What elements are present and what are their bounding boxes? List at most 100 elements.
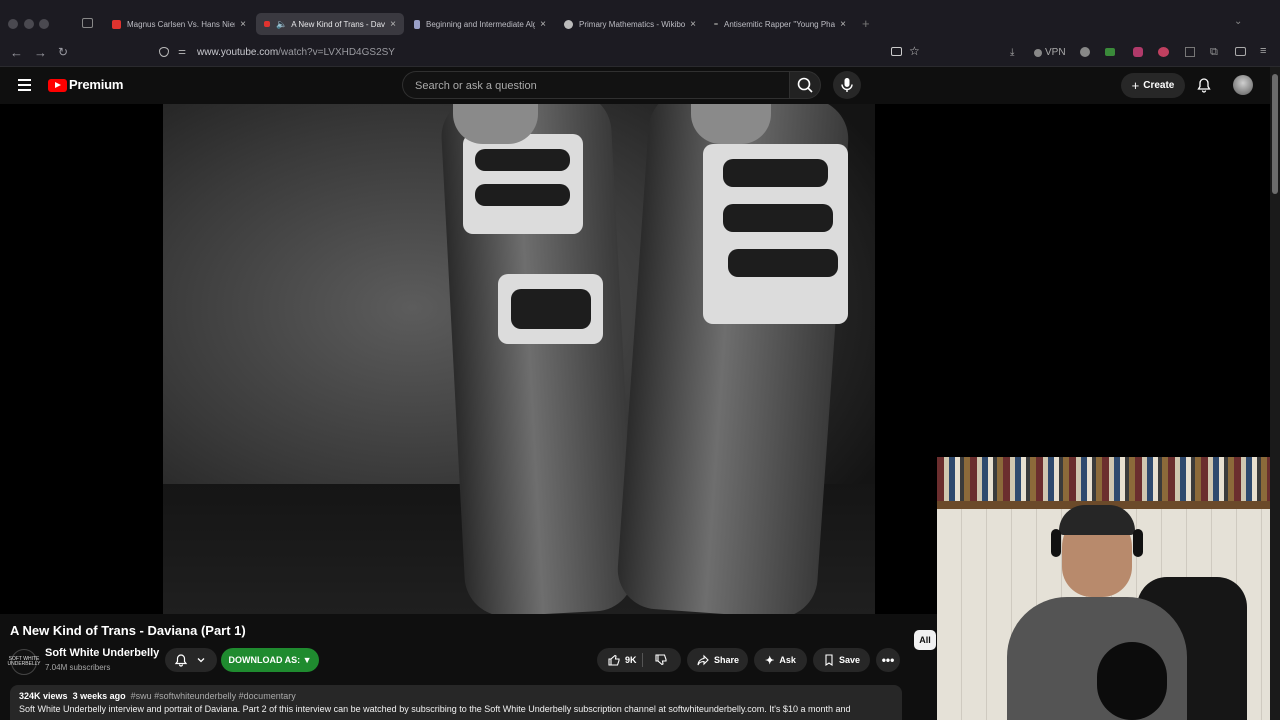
description-box[interactable]: 324K views 3 weeks ago #swu #softwhiteun… [10, 685, 902, 720]
denim-hole [511, 289, 591, 329]
menu-icon[interactable]: ≡ [1260, 45, 1266, 57]
tab-antisemitic-rapper[interactable]: Antisemitic Rapper "Young Pharaoh" × [706, 13, 854, 35]
like-button[interactable]: 9K [607, 653, 637, 667]
right-hand-image [691, 104, 771, 144]
premium-logo-text[interactable]: Premium [69, 77, 123, 92]
window-close-button[interactable] [8, 19, 18, 29]
save-bookmark-icon [825, 654, 833, 667]
bookshelf-image [937, 457, 1280, 507]
search-input[interactable] [413, 79, 777, 93]
user-avatar[interactable] [1233, 75, 1253, 95]
microphone-icon [841, 78, 853, 92]
youtube-favicon-icon [264, 21, 270, 27]
tab-close-icon[interactable]: × [240, 19, 246, 30]
tab-primary-mathematics[interactable]: Primary Mathematics - Wikibooks × [556, 13, 704, 35]
window-maximize-button[interactable] [39, 19, 49, 29]
video-title: A New Kind of Trans - Daviana (Part 1) [10, 623, 246, 638]
tab-new-kind-of-trans[interactable]: 🔈 A New Kind of Trans - Daviana × [256, 13, 404, 35]
microphone-pop-filter-image [1097, 642, 1167, 720]
more-dots-icon: ••• [881, 653, 895, 667]
filter-chip-all[interactable]: All [914, 630, 936, 650]
plus-icon: + [1131, 78, 1140, 93]
browser-tab-bar: Magnus Carlsen Vs. Hans Niemann × 🔈 A Ne… [0, 0, 1280, 40]
youtube-logo-icon[interactable] [48, 79, 67, 92]
dislike-button[interactable] [654, 653, 668, 667]
left-hand-image [453, 104, 538, 144]
channel-avatar-text: SOFT WHITE UNDERBELLY [7, 656, 41, 667]
new-tab-plus-icon[interactable]: + [862, 16, 870, 31]
search-button[interactable] [789, 71, 821, 99]
tab-close-icon[interactable]: × [390, 19, 396, 30]
channel-name[interactable]: Soft White Underbelly [45, 647, 159, 659]
tab-close-icon[interactable]: × [540, 19, 546, 30]
sidebar-toggle-icon[interactable] [1235, 47, 1246, 56]
ask-label: Ask [779, 655, 796, 665]
search-icon [797, 77, 813, 93]
create-button[interactable]: + Create [1121, 73, 1185, 98]
video-meta: 324K views 3 weeks ago #swu #softwhiteun… [19, 691, 296, 701]
download-as-button[interactable]: DOWNLOAD AS: ▼ [221, 648, 319, 672]
extension-green-icon[interactable] [1105, 48, 1115, 56]
download-icon[interactable]: ⤓ [1010, 47, 1014, 58]
sparkle-icon: ✦ [765, 654, 775, 667]
tab-magnus-carlsen[interactable]: Magnus Carlsen Vs. Hans Niemann × [104, 13, 254, 35]
vpn-button[interactable]: VPN [1034, 47, 1066, 58]
cap-image [1059, 505, 1135, 535]
search-box[interactable] [402, 71, 789, 99]
hamburger-menu-icon[interactable] [18, 79, 31, 94]
bookmark-star-icon[interactable]: ☆ [909, 44, 920, 58]
hashtags[interactable]: #swu #softwhiteunderbelly #documentary [131, 691, 296, 701]
headphone-right [1133, 529, 1143, 557]
adblock-icon[interactable] [1158, 47, 1169, 57]
chevron-down-icon[interactable]: ⌄ [1234, 16, 1242, 27]
voice-search-button[interactable] [833, 71, 861, 99]
speaker-icon[interactable]: 🔈 [276, 19, 287, 30]
ask-button[interactable]: ✦ Ask [754, 648, 807, 672]
back-arrow-icon[interactable]: ← [10, 45, 23, 60]
thumbs-down-icon [655, 654, 667, 666]
window-minimize-button[interactable] [24, 19, 34, 29]
share-button[interactable]: Share [687, 648, 748, 672]
more-actions-button[interactable]: ••• [876, 648, 900, 672]
vpn-icon [1034, 48, 1042, 57]
vpn-label: VPN [1045, 47, 1066, 58]
divider [642, 653, 643, 667]
tab-close-icon[interactable]: × [840, 19, 846, 30]
save-button[interactable]: Save [813, 648, 870, 672]
tab-title: Primary Mathematics - Wikibooks [579, 19, 686, 29]
subscriber-count: 7.04M subscribers [45, 663, 111, 672]
url-field[interactable]: www.youtube.com/watch?v=LVXHD4GS2SY [197, 47, 395, 58]
share-arrow-icon [697, 654, 709, 666]
notifications-button[interactable] [1196, 77, 1212, 93]
denim-hole [723, 204, 833, 232]
picture-in-picture-icon[interactable] [891, 47, 902, 56]
bell-icon [1197, 78, 1211, 93]
tab-close-icon[interactable]: × [690, 19, 696, 30]
subscription-bell-button[interactable] [165, 648, 217, 672]
extensions-puzzle-icon[interactable]: ⧉ [1210, 46, 1218, 59]
document-favicon-icon [414, 19, 420, 29]
thumbs-up-icon [608, 654, 620, 666]
reload-icon[interactable]: ↻ [58, 45, 68, 59]
extension-circle-icon[interactable] [1080, 47, 1090, 57]
like-dislike-group: 9K [597, 648, 681, 672]
denim-hole [728, 249, 838, 277]
scrollbar-thumb[interactable] [1272, 74, 1278, 194]
tab-overview-icon[interactable] [82, 18, 93, 28]
wikibooks-favicon-icon [564, 19, 573, 29]
upload-age: 3 weeks ago [72, 691, 126, 701]
youtube-favicon-icon [112, 19, 121, 29]
extension-pink-icon[interactable] [1133, 47, 1143, 57]
tab-title: Beginning and Intermediate Algebra [426, 19, 536, 29]
forward-arrow-icon[interactable]: → [34, 45, 47, 60]
site-settings-icon[interactable]: ⚌ [178, 46, 186, 57]
like-count: 9K [625, 655, 637, 665]
denim-hole [475, 184, 570, 206]
tab-algebra[interactable]: Beginning and Intermediate Algebra × [406, 13, 554, 35]
share-label: Share [713, 655, 739, 665]
dash-favicon-icon [714, 23, 718, 25]
channel-avatar[interactable]: SOFT WHITE UNDERBELLY [8, 649, 41, 675]
denim-hole [723, 159, 828, 187]
screenshot-icon[interactable] [1185, 47, 1195, 57]
headphone-left [1051, 529, 1061, 557]
